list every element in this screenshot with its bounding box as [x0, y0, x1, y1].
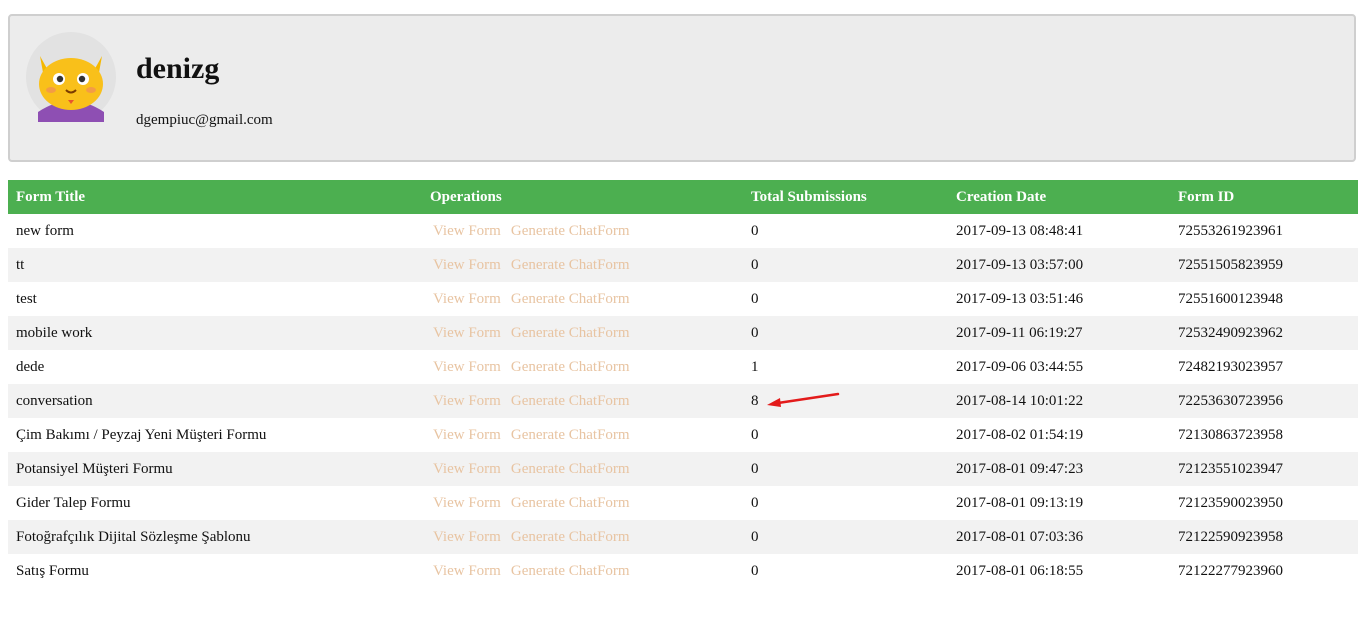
creation-date-cell: 2017-09-11 06:19:27: [948, 316, 1170, 350]
submissions-cell: 0: [743, 520, 948, 554]
submissions-cell: 1: [751, 358, 759, 375]
creation-date-cell: 2017-08-01 07:03:36: [948, 520, 1170, 554]
operations-cell: View Form Generate ChatForm: [422, 554, 743, 588]
creation-date-cell: 2017-09-13 08:48:41: [956, 222, 1084, 239]
generate-chatform-link[interactable]: Generate ChatForm: [511, 495, 630, 511]
table-row: mobile work View Form Generate ChatForm 0…: [8, 316, 1358, 350]
header-creation-date: Creation Date: [948, 180, 1170, 214]
table-row: Gider Talep Formu View Form Generate Chat…: [8, 486, 1358, 520]
generate-chatform-link[interactable]: Generate ChatForm: [511, 257, 630, 273]
header-form-title: Form Title: [8, 180, 422, 214]
view-form-link[interactable]: View Form: [433, 257, 501, 273]
table-row: dede View Form Generate ChatForm 1 2017-0…: [8, 350, 1358, 384]
creation-date-cell: 2017-09-06 03:44:55: [956, 358, 1084, 375]
table-row: conversation View Form Generate ChatForm …: [8, 384, 1358, 418]
creation-date-cell: 2017-08-01 09:47:23: [948, 452, 1170, 486]
form-id-cell: 72122590923958: [1170, 520, 1358, 554]
cat-avatar-icon: [26, 32, 116, 122]
generate-chatform-link[interactable]: Generate ChatForm: [511, 563, 630, 579]
creation-date-cell: 2017-09-13 03:51:46: [956, 290, 1084, 307]
header-operations: Operations: [422, 180, 743, 214]
submissions-cell: 0: [743, 316, 948, 350]
form-id-cell: 72123551023947: [1170, 452, 1358, 486]
submissions-cell: 0: [751, 222, 759, 239]
view-form-link[interactable]: View Form: [433, 495, 501, 511]
generate-chatform-link[interactable]: Generate ChatForm: [511, 393, 630, 409]
form-id-cell: 72532490923962: [1170, 316, 1358, 350]
header-total-submissions: Total Submissions: [743, 180, 948, 214]
form-id-cell: 72553261923961: [1178, 222, 1283, 239]
generate-chatform-link[interactable]: Generate ChatForm: [511, 223, 630, 239]
operations-cell: View Form Generate ChatForm: [422, 350, 743, 384]
view-form-link[interactable]: View Form: [433, 325, 501, 341]
operations-cell: View Form Generate ChatForm: [422, 520, 743, 554]
creation-date-cell: 2017-08-01 09:13:19: [956, 494, 1084, 511]
form-id-cell: 72123590023950: [1178, 494, 1283, 511]
submissions-cell: 0: [751, 562, 759, 579]
form-id-cell: 72130863723958: [1178, 426, 1283, 443]
form-title-cell: mobile work: [8, 316, 422, 350]
view-form-link[interactable]: View Form: [433, 427, 501, 443]
generate-chatform-link[interactable]: Generate ChatForm: [511, 427, 630, 443]
operations-cell: View Form Generate ChatForm: [422, 214, 743, 248]
view-form-link[interactable]: View Form: [433, 563, 501, 579]
form-title-cell: Çim Bakımı / Peyzaj Yeni Müşteri Formu: [16, 426, 267, 443]
form-title-cell: Fotoğrafçılık Dijital Sözleşme Şablonu: [8, 520, 422, 554]
form-title-cell: test: [16, 290, 37, 307]
form-title-cell: Potansiyel Müşteri Formu: [8, 452, 422, 486]
table-row: Potansiyel Müşteri Formu View Form Genera…: [8, 452, 1358, 486]
view-form-link[interactable]: View Form: [433, 529, 501, 545]
profile-username: denizg: [136, 52, 220, 85]
generate-chatform-link[interactable]: Generate ChatForm: [511, 529, 630, 545]
operations-cell: View Form Generate ChatForm: [422, 248, 743, 282]
forms-table: Form Title Operations Total Submissions …: [8, 180, 1358, 588]
table-row: Fotoğrafçılık Dijital Sözleşme Şablonu V…: [8, 520, 1358, 554]
form-id-cell: 72482193023957: [1178, 358, 1283, 375]
form-id-cell: 72122277923960: [1178, 562, 1283, 579]
operations-cell: View Form Generate ChatForm: [422, 282, 743, 316]
table-row: Çim Bakımı / Peyzaj Yeni Müşteri Formu V…: [8, 418, 1358, 452]
submissions-cell: 0: [743, 452, 948, 486]
creation-date-cell: 2017-08-02 01:54:19: [956, 426, 1084, 443]
form-title-cell: tt: [8, 248, 422, 282]
form-title-cell: new form: [16, 222, 74, 239]
submissions-cell: 0: [751, 494, 759, 511]
form-title-cell: dede: [16, 358, 45, 375]
operations-cell: View Form Generate ChatForm: [422, 418, 743, 452]
profile-email: dgempiuc@gmail.com: [136, 112, 273, 128]
operations-cell: View Form Generate ChatForm: [422, 486, 743, 520]
generate-chatform-link[interactable]: Generate ChatForm: [511, 325, 630, 341]
generate-chatform-link[interactable]: Generate ChatForm: [511, 291, 630, 307]
form-id-cell: 72551600123948: [1178, 290, 1283, 307]
submissions-cell: 0: [751, 426, 759, 443]
generate-chatform-link[interactable]: Generate ChatForm: [511, 359, 630, 375]
creation-date-cell: 2017-08-14 10:01:22: [948, 384, 1170, 418]
view-form-link[interactable]: View Form: [433, 291, 501, 307]
submissions-cell: 0: [751, 290, 759, 307]
operations-cell: View Form Generate ChatForm: [422, 452, 743, 486]
table-row: Satış Formu View Form Generate ChatForm 0…: [8, 554, 1358, 588]
view-form-link[interactable]: View Form: [433, 359, 501, 375]
creation-date-cell: 2017-09-13 03:57:00: [948, 248, 1170, 282]
profile-card: denizg dgempiuc@gmail.com: [8, 14, 1356, 162]
form-id-cell: 72551505823959: [1170, 248, 1358, 282]
generate-chatform-link[interactable]: Generate ChatForm: [511, 461, 630, 477]
form-title-cell: conversation: [8, 384, 422, 418]
view-form-link[interactable]: View Form: [433, 223, 501, 239]
form-title-cell: Gider Talep Formu: [16, 494, 131, 511]
operations-cell: View Form Generate ChatForm: [422, 384, 743, 418]
table-row: tt View Form Generate ChatForm 0 2017-09-…: [8, 248, 1358, 282]
table-row: new form View Form Generate ChatForm 0 20…: [8, 214, 1358, 248]
table-header-row: Form Title Operations Total Submissions …: [8, 180, 1358, 214]
header-form-id: Form ID: [1170, 180, 1358, 214]
table-row: test View Form Generate ChatForm 0 2017-0…: [8, 282, 1358, 316]
form-title-cell: Satış Formu: [16, 562, 89, 579]
view-form-link[interactable]: View Form: [433, 393, 501, 409]
submissions-cell: 0: [743, 248, 948, 282]
operations-cell: View Form Generate ChatForm: [422, 316, 743, 350]
annotation-arrow-icon: [767, 392, 840, 407]
creation-date-cell: 2017-08-01 06:18:55: [956, 562, 1084, 579]
view-form-link[interactable]: View Form: [433, 461, 501, 477]
form-id-cell: 72253630723956: [1170, 384, 1358, 418]
